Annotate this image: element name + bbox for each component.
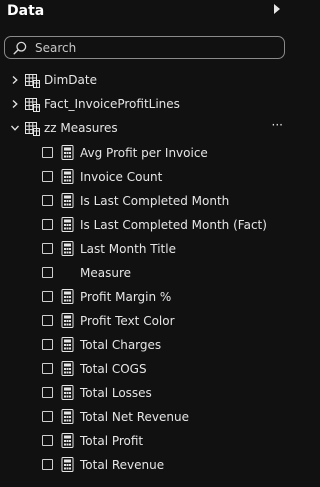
pane-title: Data: [7, 3, 45, 19]
checkbox[interactable]: [42, 315, 53, 326]
measure-label: Total Revenue: [80, 458, 165, 472]
calculator-icon: [61, 337, 74, 352]
measure-label: Total Charges: [80, 338, 162, 352]
checkbox[interactable]: [42, 363, 53, 374]
table-icon: [25, 74, 40, 88]
measure-item[interactable]: Measure: [0, 262, 291, 286]
checkbox[interactable]: [42, 387, 53, 398]
more-options-button[interactable]: ···: [272, 118, 283, 132]
calculator-icon: [61, 169, 74, 184]
calculator-icon: [61, 145, 74, 160]
checkbox[interactable]: [42, 291, 53, 302]
checkbox[interactable]: [42, 219, 53, 230]
checkbox[interactable]: [42, 171, 53, 182]
measure-label: Profit Margin %: [80, 290, 172, 304]
checkbox[interactable]: [42, 267, 53, 278]
measure-label: Invoice Count: [80, 170, 163, 184]
chevron-down-icon[interactable]: [10, 123, 20, 133]
measure-item[interactable]: Total Revenue: [0, 454, 291, 478]
measure-label: Profit Text Color: [80, 314, 175, 328]
chevron-right-icon[interactable]: [10, 75, 20, 85]
checkbox[interactable]: [42, 147, 53, 158]
search-input[interactable]: [35, 38, 275, 57]
measure-label: Total Net Revenue: [80, 410, 189, 424]
data-pane: Data DimDate: [0, 0, 291, 487]
calculator-icon: [61, 457, 74, 472]
calculator-icon: [61, 361, 74, 376]
chevron-right-icon[interactable]: [10, 99, 20, 109]
table-row-fact-invoiceprofitlines[interactable]: Fact_InvoiceProfitLines: [0, 93, 291, 117]
calculator-icon: [61, 313, 74, 328]
table-icon: [25, 122, 40, 136]
table-row-zz-measures[interactable]: zz Measures ···: [0, 117, 291, 141]
calculator-icon: [61, 385, 74, 400]
measure-label: Avg Profit per Invoice: [80, 146, 208, 160]
table-label: zz Measures: [44, 121, 118, 135]
measure-item[interactable]: Profit Margin %: [0, 286, 291, 310]
checkbox[interactable]: [42, 411, 53, 422]
table-row-dimdate[interactable]: DimDate: [0, 69, 291, 93]
checkbox[interactable]: [42, 459, 53, 470]
measure-label: Is Last Completed Month (Fact): [80, 218, 267, 232]
checkbox[interactable]: [42, 195, 53, 206]
calculator-icon: [61, 289, 74, 304]
measure-label: Is Last Completed Month: [80, 194, 230, 208]
calculator-icon: [61, 433, 74, 448]
calculator-icon: [61, 193, 74, 208]
table-icon: [25, 98, 40, 112]
measure-item[interactable]: Total Net Revenue: [0, 406, 291, 430]
search-box[interactable]: [4, 36, 285, 59]
measure-item[interactable]: Is Last Completed Month (Fact): [0, 214, 291, 238]
measure-label: Total Profit: [80, 434, 144, 448]
measure-item[interactable]: Total Losses: [0, 382, 291, 406]
measure-label: Measure: [80, 266, 131, 280]
search-icon: [13, 41, 27, 55]
measure-item[interactable]: Total COGS: [0, 358, 291, 382]
measure-item[interactable]: Total Profit: [0, 430, 291, 454]
checkbox[interactable]: [42, 339, 53, 350]
calculator-icon: [61, 241, 74, 256]
measure-item[interactable]: Profit Text Color: [0, 310, 291, 334]
checkbox[interactable]: [42, 243, 53, 254]
table-label: Fact_InvoiceProfitLines: [44, 97, 180, 111]
measure-item[interactable]: Invoice Count: [0, 166, 291, 190]
calculator-icon: [61, 409, 74, 424]
pane-header: Data: [0, 0, 291, 26]
measure-label: Last Month Title: [80, 242, 176, 256]
measure-item[interactable]: Total Charges: [0, 334, 291, 358]
calculator-icon: [61, 217, 74, 232]
measure-label: Total Losses: [80, 386, 152, 400]
table-label: DimDate: [44, 73, 97, 87]
measure-item[interactable]: Avg Profit per Invoice: [0, 142, 291, 166]
measure-label: Total COGS: [80, 362, 147, 376]
checkbox[interactable]: [42, 435, 53, 446]
collapse-pane-icon[interactable]: [271, 3, 283, 15]
measure-item[interactable]: Is Last Completed Month: [0, 190, 291, 214]
measure-item[interactable]: Last Month Title: [0, 238, 291, 262]
